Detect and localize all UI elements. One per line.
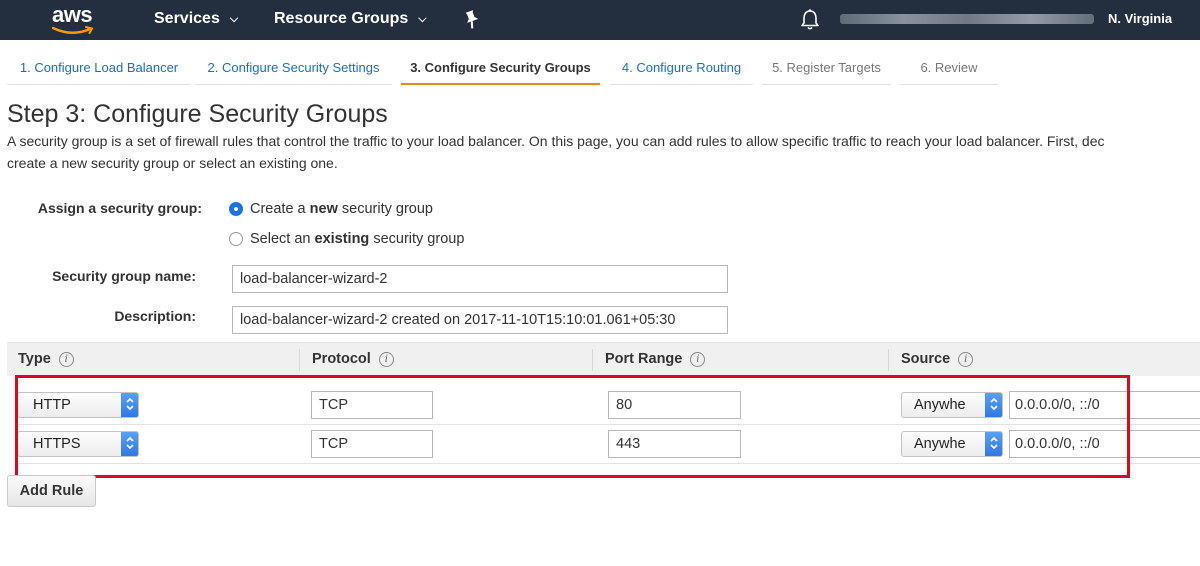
aws-logo-text: aws	[52, 2, 93, 27]
info-icon[interactable]: i	[690, 352, 706, 367]
column-separator	[888, 349, 889, 371]
radio-create-new-security-group[interactable]: Create a new security group	[229, 199, 433, 219]
tab-review: 6. Review	[900, 53, 998, 85]
radio-select-existing-label: Select an existing security group	[250, 231, 465, 247]
page-description: A security group is a set of firewall ru…	[7, 130, 1200, 174]
tab-configure-security-settings[interactable]: 2. Configure Security Settings	[195, 53, 392, 85]
resource-groups-menu[interactable]: Resource Groups ⌵	[274, 0, 427, 40]
aws-logo[interactable]: aws	[48, 2, 108, 38]
region-selector[interactable]: N. Virginia	[1108, 0, 1172, 40]
column-header-protocol: Protocol i	[312, 351, 394, 367]
page-title: Step 3: Configure Security Groups	[7, 100, 388, 128]
chevron-down-icon: ⌵	[418, 13, 427, 25]
column-separator	[592, 349, 593, 371]
resource-groups-menu-label: Resource Groups	[274, 10, 409, 27]
radio-select-existing-security-group[interactable]: Select an existing security group	[229, 229, 464, 249]
add-rule-button[interactable]: Add Rule	[7, 475, 96, 507]
column-header-source: Source i	[901, 351, 974, 367]
security-group-name-input[interactable]: load-balancer-wizard-2	[232, 265, 728, 293]
page-description-line-2: create a new security group or select an…	[7, 155, 338, 171]
services-menu[interactable]: Services ⌵	[154, 0, 238, 40]
top-navigation-bar: aws Services ⌵ Resource Groups ⌵ N. Virgin…	[0, 0, 1200, 40]
tab-configure-security-groups[interactable]: 3. Configure Security Groups	[401, 53, 600, 85]
bell-icon[interactable]	[799, 8, 821, 32]
rules-table-header: Type i Protocol i Port Range i Source i	[7, 342, 1200, 376]
description-input[interactable]: load-balancer-wizard-2 created on 2017-1…	[232, 306, 728, 334]
column-separator	[299, 349, 300, 371]
column-header-type: Type i	[18, 351, 74, 367]
wizard-steps: 1. Configure Load Balancer 2. Configure …	[0, 53, 1200, 85]
account-name-redacted[interactable]	[840, 14, 1094, 24]
aws-smile-icon	[52, 26, 94, 34]
radio-create-new-label: Create a new security group	[250, 201, 433, 217]
description-label: Description:	[114, 308, 196, 324]
services-menu-label: Services	[154, 10, 220, 27]
info-icon[interactable]: i	[958, 352, 974, 367]
assign-security-group-label: Assign a security group:	[37, 200, 202, 216]
highlight-annotation-box	[15, 375, 1130, 478]
security-group-name-label: Security group name:	[52, 268, 196, 284]
tab-configure-routing[interactable]: 4. Configure Routing	[610, 53, 753, 85]
chevron-down-icon: ⌵	[229, 13, 239, 25]
tab-configure-load-balancer[interactable]: 1. Configure Load Balancer	[7, 53, 191, 85]
page-description-line-1: A security group is a set of firewall ru…	[7, 133, 1105, 149]
radio-button-unchecked[interactable]	[229, 232, 243, 246]
info-icon[interactable]: i	[58, 352, 74, 367]
column-header-port-range: Port Range i	[605, 351, 706, 367]
radio-button-checked[interactable]	[229, 202, 243, 216]
tab-register-targets: 5. Register Targets	[762, 53, 891, 85]
info-icon[interactable]: i	[378, 352, 394, 367]
pin-icon[interactable]	[462, 9, 482, 31]
